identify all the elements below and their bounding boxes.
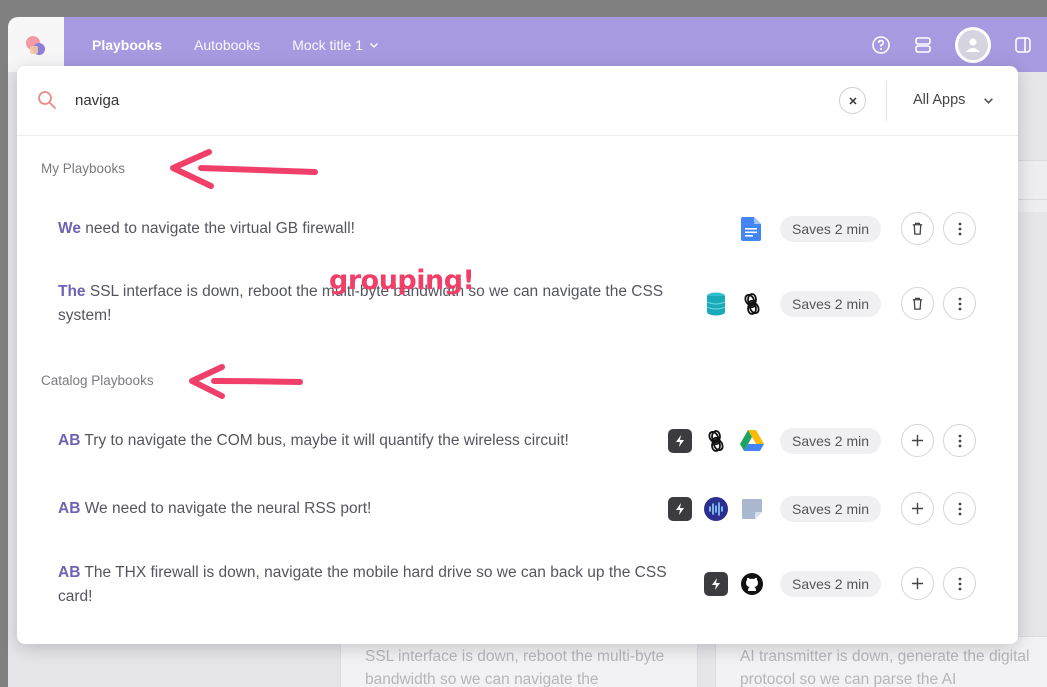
top-navigation-bar: Playbooks Autobooks Mock title 1	[8, 17, 1047, 72]
main-nav: Playbooks Autobooks Mock title 1	[92, 17, 411, 72]
add-button[interactable]	[901, 567, 934, 600]
time-saved-badge: Saves 2 min	[780, 496, 882, 522]
more-options-button[interactable]	[943, 424, 976, 457]
time-saved-badge: Saves 2 min	[780, 571, 882, 597]
logo-container[interactable]	[8, 17, 64, 72]
delete-button[interactable]	[901, 212, 934, 245]
topbar-actions	[871, 17, 1033, 72]
chevron-down-icon	[984, 97, 994, 104]
more-options-button[interactable]	[943, 567, 976, 600]
more-vertical-icon	[958, 434, 961, 447]
bolt-icon	[668, 497, 692, 521]
nav-mock-title-dropdown[interactable]: Mock title 1	[292, 37, 379, 53]
list-item[interactable]: AB The THX firewall is down, navigate th…	[17, 560, 1018, 612]
background-filter-bar	[1013, 160, 1047, 200]
more-options-button[interactable]	[943, 492, 976, 525]
plus-icon	[911, 502, 924, 515]
app-filter-dropdown[interactable]: All Apps	[913, 88, 994, 112]
chevron-down-icon	[369, 42, 379, 48]
sidebar-toggle-icon[interactable]	[1013, 35, 1033, 55]
playbook-title: AB Try to navigate the COM bus, maybe it…	[58, 432, 569, 449]
app-logo-icon	[26, 36, 45, 55]
help-icon[interactable]	[871, 35, 891, 55]
bolt-icon	[704, 572, 728, 596]
openai-icon	[704, 429, 728, 453]
user-avatar[interactable]	[955, 26, 991, 63]
list-item[interactable]: AB Try to navigate the COM bus, maybe it…	[17, 424, 1018, 460]
list-item[interactable]: We need to navigate the virtual GB firew…	[17, 211, 1018, 247]
divider	[886, 81, 887, 121]
database-icon	[704, 292, 728, 316]
playbook-title: AB The THX firewall is down, navigate th…	[58, 564, 667, 605]
annotation-arrow	[189, 364, 303, 399]
search-bar: All Apps	[17, 66, 1018, 136]
more-vertical-icon	[958, 297, 961, 310]
annotation-arrow	[170, 149, 318, 189]
search-input[interactable]	[75, 88, 775, 112]
delete-button[interactable]	[901, 287, 934, 320]
time-saved-badge: Saves 2 min	[780, 428, 882, 454]
more-options-button[interactable]	[943, 212, 976, 245]
sticky-note-icon	[740, 497, 764, 521]
time-saved-badge: Saves 2 min	[780, 216, 882, 242]
google-drive-icon	[740, 429, 764, 453]
clear-search-button[interactable]	[839, 87, 866, 114]
add-button[interactable]	[901, 424, 934, 457]
audio-wave-icon	[704, 497, 728, 521]
plus-icon	[911, 577, 924, 590]
nav-autobooks[interactable]: Autobooks	[194, 37, 260, 53]
list-item[interactable]: The SSL interface is down, reboot the mu…	[17, 278, 1018, 330]
openai-icon	[740, 292, 764, 316]
add-button[interactable]	[901, 492, 934, 525]
playbook-title: AB We need to navigate the neural RSS po…	[58, 500, 372, 517]
playbook-title: We need to navigate the virtual GB firew…	[58, 220, 355, 237]
close-icon	[848, 96, 857, 105]
trash-icon	[912, 222, 923, 235]
background-header-strip	[1013, 200, 1047, 212]
server-stack-icon[interactable]	[913, 35, 933, 55]
more-vertical-icon	[958, 577, 961, 590]
google-docs-icon	[739, 217, 763, 241]
user-icon	[966, 38, 980, 52]
nav-playbooks[interactable]: Playbooks	[92, 37, 162, 53]
trash-icon	[912, 297, 923, 310]
time-saved-badge: Saves 2 min	[780, 291, 882, 317]
section-title-catalog-playbooks: Catalog Playbooks	[41, 373, 154, 388]
list-item[interactable]: AB We need to navigate the neural RSS po…	[17, 492, 1018, 528]
more-vertical-icon	[958, 222, 961, 235]
github-icon	[740, 572, 764, 596]
search-icon	[38, 91, 56, 109]
section-title-my-playbooks: My Playbooks	[41, 161, 126, 176]
plus-icon	[911, 434, 924, 447]
more-options-button[interactable]	[943, 287, 976, 320]
bolt-icon	[668, 429, 692, 453]
more-vertical-icon	[958, 502, 961, 515]
grouping-annotation: grouping!	[329, 265, 475, 296]
